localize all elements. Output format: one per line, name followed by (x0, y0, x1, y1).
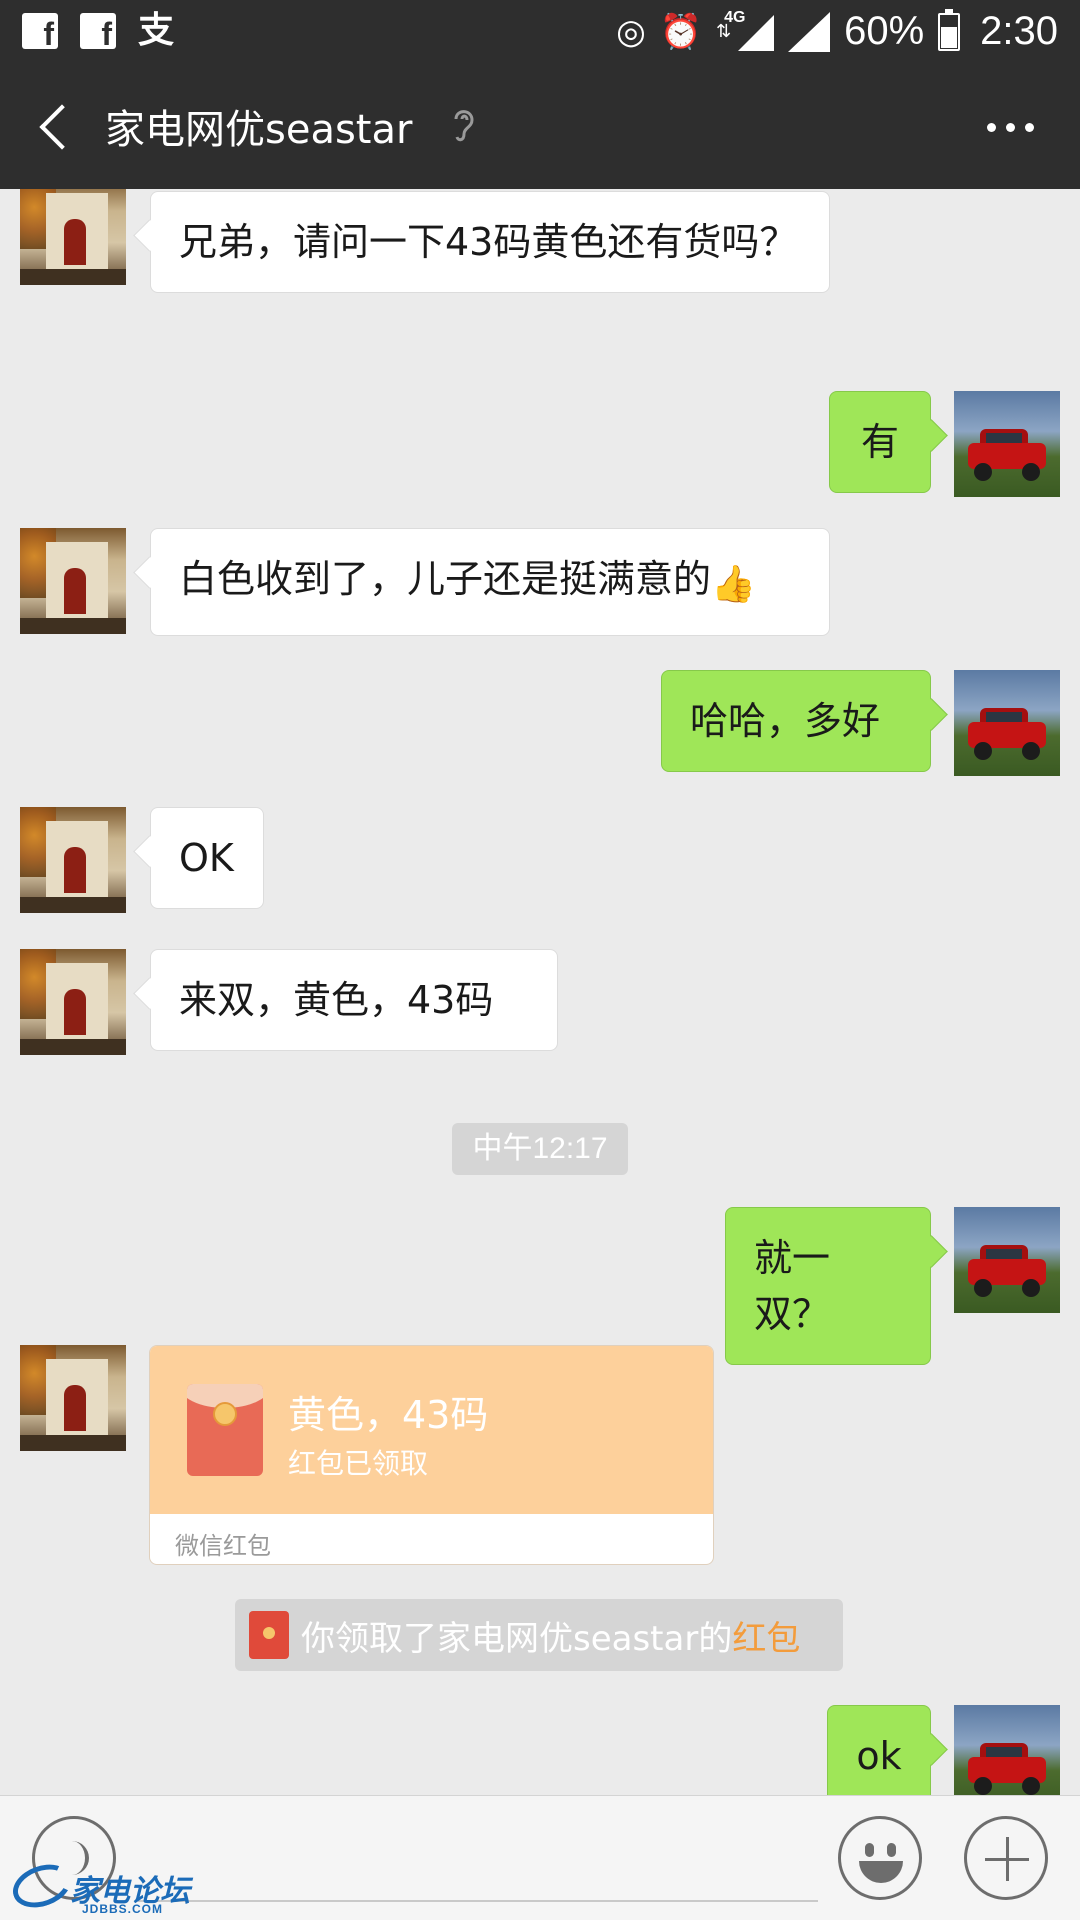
timestamp: 中午12:17 (452, 1123, 628, 1175)
message-text: 来双，黄色，43码 (179, 978, 494, 1022)
incoming-message[interactable]: OK (150, 807, 264, 909)
more-options-button[interactable] (980, 109, 1040, 145)
my-avatar[interactable] (954, 391, 1060, 497)
signal-icon (788, 11, 831, 52)
contact-avatar[interactable] (20, 949, 126, 1055)
message-text: ok (856, 1734, 902, 1778)
my-avatar[interactable] (954, 670, 1060, 776)
notification-icons: f f 支 (22, 8, 174, 54)
red-packet-icon (249, 1611, 289, 1659)
ear-icon (454, 110, 474, 142)
red-packet-body: 黄色，43码 红包已领取 (150, 1346, 713, 1514)
contact-avatar[interactable] (20, 189, 126, 285)
red-packet-title: 黄色，43码 (288, 1393, 489, 1437)
alipay-icon: 支 (138, 10, 175, 51)
battery-percent: 60% (844, 9, 925, 53)
message-text: 就一双？ (754, 1236, 831, 1336)
outgoing-message[interactable]: 哈哈，多好 (661, 670, 931, 772)
system-indicators: ◎ ⏰ 4G ⇅ 60% 2:30 (616, 0, 1058, 63)
message-text: 有 (860, 420, 899, 464)
battery-icon (938, 8, 961, 51)
message-input[interactable] (138, 1900, 818, 1902)
facebook-icon: f (80, 13, 116, 49)
incoming-message[interactable]: 兄弟，请问一下43码黄色还有货吗？ (150, 191, 830, 293)
back-button[interactable] (30, 93, 90, 159)
message-text: 白色收到了，儿子还是挺满意的 (179, 557, 712, 601)
hotspot-icon: ◎ (616, 11, 646, 52)
outgoing-message[interactable]: 就一双？ (725, 1207, 931, 1365)
incoming-message[interactable]: 来双，黄色，43码 (150, 949, 558, 1051)
red-packet-message[interactable]: 黄色，43码 红包已领取 微信红包 (149, 1345, 714, 1565)
message-text: OK (179, 836, 234, 880)
my-avatar[interactable] (954, 1207, 1060, 1313)
message-text: 哈哈，多好 (690, 699, 881, 743)
4g-signal-icon: 4G ⇅ (716, 9, 775, 55)
emoji-icon[interactable] (838, 1816, 922, 1900)
message-text: 兄弟，请问一下43码黄色还有货吗？ (179, 220, 798, 264)
chat-header: 家电网优seastar (0, 63, 1080, 189)
incoming-message[interactable]: 白色收到了，儿子还是挺满意的👍 (150, 528, 830, 636)
chat-message-list[interactable]: 兄弟，请问一下43码黄色还有货吗？ 有 白色收到了，儿子还是挺满意的👍 哈哈，多… (0, 189, 1080, 1795)
more-dots-icon (986, 122, 996, 132)
red-envelope-icon (187, 1384, 263, 1476)
contact-avatar[interactable] (20, 1345, 126, 1451)
notice-text: 你领取了家电网优seastar的 (301, 1618, 733, 1659)
outgoing-message[interactable]: ok (827, 1705, 931, 1795)
red-packet-status: 红包已领取 (288, 1447, 429, 1480)
alarm-icon: ⏰ (659, 11, 703, 52)
watermark-sub: JDBBS.COM (82, 1902, 164, 1916)
chat-title: 家电网优seastar (105, 107, 413, 153)
status-time: 2:30 (980, 9, 1058, 53)
red-packet-link[interactable]: 红包 (732, 1619, 800, 1659)
thumbs-up-icon: 👍 (711, 564, 756, 605)
red-packet-footer: 微信红包 (175, 1532, 271, 1560)
my-avatar[interactable] (954, 1705, 1060, 1795)
outgoing-message[interactable]: 有 (829, 391, 931, 493)
contact-avatar[interactable] (20, 528, 126, 634)
plus-icon[interactable] (964, 1816, 1048, 1900)
facebook-icon: f (22, 13, 58, 49)
system-notice: 你领取了家电网优seastar的红包 (235, 1599, 843, 1671)
contact-avatar[interactable] (20, 807, 126, 913)
forum-watermark-logo: 家电论坛 JDBBS.COM (6, 1856, 192, 1916)
status-bar: f f 支 ◎ ⏰ 4G ⇅ 60% 2:30 (0, 0, 1080, 63)
